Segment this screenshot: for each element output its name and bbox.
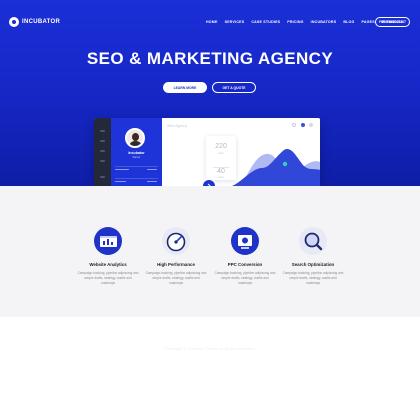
hero-title: SEO & MARKETING AGENCY xyxy=(86,49,334,68)
hero-section: INCUBATOR HOME SERVICES CASE STUDIES PRI… xyxy=(0,0,420,186)
nav-blog[interactable]: BLOG xyxy=(343,20,354,24)
feature-high-performance: High Performance Campaign-tracking, pipe… xyxy=(145,227,207,285)
logo[interactable]: INCUBATOR xyxy=(9,17,60,27)
dashboard-mockup: Incubator Partner Web Agency 220 visits … xyxy=(94,118,320,186)
feature-description: Campaign-tracking, pipeline adipiscing a… xyxy=(145,271,207,285)
rail-menu-icon xyxy=(100,176,105,178)
profile-name: Incubator xyxy=(128,151,145,155)
logo-text: INCUBATOR xyxy=(22,19,61,25)
speedometer-icon xyxy=(162,227,190,255)
navbar: INCUBATOR HOME SERVICES CASE STUDIES PRI… xyxy=(0,0,420,44)
nav-cta-button[interactable]: FREE DISCOUNT xyxy=(375,17,410,27)
profile-role: Partner xyxy=(132,156,141,159)
feature-description: Campaign-tracking, pipeline adipiscing a… xyxy=(282,271,344,285)
feature-website-analytics: Website Analytics Campaign-tracking, pip… xyxy=(77,227,139,285)
mockup-profile-panel: Incubator Partner xyxy=(111,118,162,186)
stat-top-value: 220 xyxy=(215,143,227,150)
logo-mark-icon xyxy=(9,17,19,27)
feature-title: Website Analytics xyxy=(89,262,127,267)
rail-menu-icon xyxy=(100,160,105,162)
nav-case-studies[interactable]: CASE STUDIES xyxy=(251,20,280,24)
footer-copyright: Copyright © Incubator Theme by Qode Inte… xyxy=(165,347,255,351)
feature-title: Search Optimization xyxy=(291,262,335,267)
feature-ppc-conversion: PPC Conversion Campaign-tracking, pipeli… xyxy=(214,227,276,285)
nav-pages[interactable]: PAGES xyxy=(362,20,375,24)
profile-row xyxy=(115,166,158,172)
mockup-main-panel: Web Agency 220 visits 40 orders xyxy=(162,118,320,186)
nav-services[interactable]: SERVICES xyxy=(225,20,245,24)
rail-menu-icon xyxy=(100,130,105,132)
stat-top-label: visits xyxy=(218,152,224,155)
nav-home[interactable]: HOME xyxy=(206,20,218,24)
magnifier-icon xyxy=(299,227,327,255)
avatar xyxy=(125,128,145,148)
rail-menu-icon xyxy=(100,150,105,152)
mockup-sidebar-rail xyxy=(94,118,111,186)
ppc-icon xyxy=(231,227,259,255)
learn-more-button[interactable]: LEARN MORE xyxy=(163,82,207,93)
analytics-icon xyxy=(94,227,122,255)
avatar-head xyxy=(132,133,139,141)
avatar-body xyxy=(129,141,142,146)
chart-highlight-point xyxy=(282,161,288,167)
nav-menu: HOME SERVICES CASE STUDIES PRICING INCUB… xyxy=(206,20,403,24)
features-section: Website Analytics Campaign-tracking, pip… xyxy=(0,186,420,317)
feature-title: PPC Conversion xyxy=(227,262,263,267)
feature-description: Campaign-tracking, pipeline adipiscing a… xyxy=(214,271,276,285)
profile-row xyxy=(115,178,158,184)
stat-bottom-value: 40 xyxy=(217,168,225,175)
feature-title: High Performance xyxy=(157,262,195,267)
stat-card: 220 visits 40 orders xyxy=(206,136,236,180)
feature-description: Campaign-tracking, pipeline adipiscing a… xyxy=(77,271,139,285)
get-quote-button[interactable]: GET A QUOTE xyxy=(212,82,256,93)
feature-search-optimization: Search Optimization Campaign-tracking, p… xyxy=(282,227,344,285)
area-chart xyxy=(232,148,320,186)
rail-menu-icon xyxy=(100,140,105,142)
nav-incubators[interactable]: INCUBATORS xyxy=(311,20,337,24)
footer: Copyright © Incubator Theme by Qode Inte… xyxy=(0,317,420,405)
nav-pricing[interactable]: PRICING xyxy=(287,20,303,24)
